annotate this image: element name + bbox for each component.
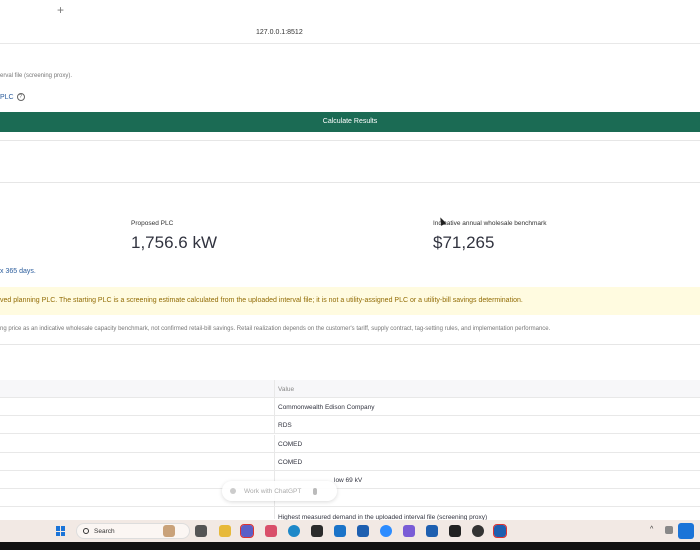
network-icon[interactable] (665, 526, 673, 534)
app-icon[interactable] (403, 525, 415, 537)
voice-access-icon[interactable] (678, 523, 694, 539)
windows-taskbar: Search ^ (0, 520, 700, 542)
file-explorer-icon[interactable] (219, 525, 231, 537)
warning-banner: ved planning PLC. The starting PLC is a … (0, 287, 700, 315)
divider (0, 140, 700, 141)
chatgpt-icon (230, 488, 236, 494)
upload-caption: erval file (screening proxy). (0, 73, 73, 79)
table-cell: low 69 kV (334, 477, 363, 484)
table-cell: Commonwealth Edison Company (278, 404, 375, 411)
table-header-value: Value (278, 386, 295, 393)
plc-input-label: PLC ? (0, 93, 25, 101)
app-icon[interactable] (311, 525, 323, 537)
table-row: RDS (0, 416, 700, 434)
microphone-icon[interactable] (313, 487, 318, 495)
windows-start-icon[interactable] (56, 526, 66, 536)
question-circle-icon[interactable]: ? (16, 93, 25, 101)
benchmark-label: Indicative annual wholesale benchmark (433, 220, 547, 227)
table-row: COMED (0, 453, 700, 471)
divider (0, 344, 700, 345)
benchmark-value: $71,265 (433, 233, 495, 252)
new-tab-button[interactable]: + (57, 3, 64, 17)
proposed-plc-value: 1,756.6 kW (131, 233, 217, 252)
warning-text: ved planning PLC. The starting PLC is a … (0, 297, 523, 304)
table-row: Highest measured demand in the uploaded … (0, 507, 700, 521)
tray-chevron-icon[interactable]: ^ (650, 526, 653, 533)
teams-icon[interactable] (240, 524, 254, 538)
table-cell: RDS (278, 422, 292, 429)
address-bar[interactable]: 127.0.0.1:8512 (0, 22, 700, 44)
app-icon[interactable] (334, 525, 346, 537)
plc-label-text: PLC (0, 93, 14, 101)
table-cell: COMED (278, 441, 303, 448)
outlook-active-icon[interactable] (493, 524, 507, 538)
table-row: COMED (0, 435, 700, 453)
table-row: Commonwealth Edison Company (0, 398, 700, 416)
proposed-plc-label: Proposed PLC (131, 220, 174, 227)
outlook-icon[interactable] (357, 525, 369, 537)
chatgpt-app-icon[interactable] (472, 525, 484, 537)
edge-icon[interactable] (288, 525, 300, 537)
zoom-icon[interactable] (380, 525, 392, 537)
benchmark-note: ng price as an indicative wholesale capa… (0, 326, 551, 332)
widgets-icon[interactable] (163, 525, 175, 537)
chatgpt-placeholder: Work with ChatGPT (244, 487, 302, 495)
browser-tab-bar: + (0, 0, 700, 22)
table-header-row: Value (0, 380, 700, 398)
screen-bottom-edge (0, 542, 700, 550)
table-row: low 69 kV (0, 471, 700, 489)
search-icon (83, 528, 89, 534)
url-text: 127.0.0.1:8512 (256, 29, 303, 36)
task-view-icon[interactable] (195, 525, 207, 537)
chatgpt-overlay[interactable]: Work with ChatGPT (222, 481, 337, 501)
copilot-icon[interactable] (265, 525, 277, 537)
taskbar-search-label: Search (94, 527, 115, 535)
days-text: x 365 days. (0, 268, 36, 275)
terminal-icon[interactable] (449, 525, 461, 537)
word-icon[interactable] (426, 525, 438, 537)
divider (0, 182, 700, 183)
table-cell: COMED (278, 459, 303, 466)
calculate-results-button[interactable]: Calculate Results (0, 112, 700, 132)
table-row (0, 489, 700, 507)
